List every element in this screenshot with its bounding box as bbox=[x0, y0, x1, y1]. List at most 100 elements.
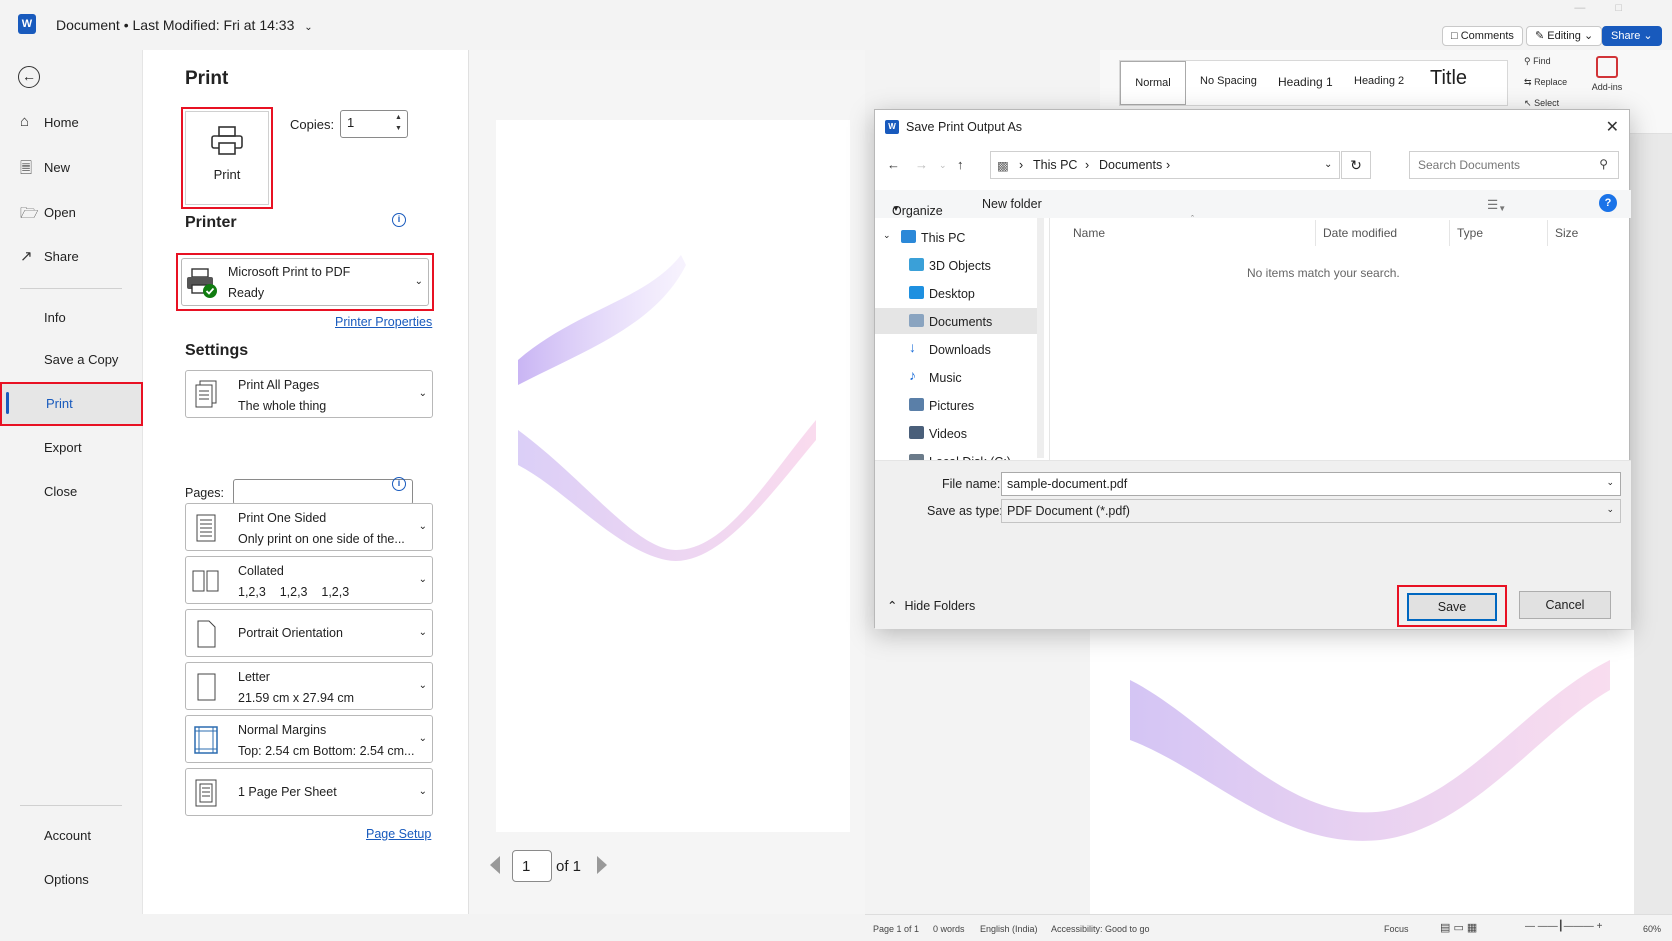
addins-button[interactable]: Add-ins bbox=[1590, 56, 1624, 92]
next-page-icon[interactable] bbox=[597, 856, 607, 874]
desktop-icon bbox=[909, 286, 924, 299]
tree-item-3d-objects[interactable]: 3D Objects bbox=[875, 252, 1040, 278]
tree-item-this-pc[interactable]: ⌄ This PC bbox=[875, 224, 1040, 250]
zoom-level[interactable]: 60% bbox=[1643, 924, 1661, 934]
back-arrow-icon[interactable]: ← bbox=[18, 66, 40, 88]
nav-print[interactable]: Print bbox=[0, 382, 143, 426]
file-name-field[interactable]: sample-document.pdf ⌄ bbox=[1001, 472, 1621, 496]
refresh-icon[interactable]: ↻ bbox=[1341, 151, 1371, 179]
style-heading-1[interactable]: Heading 1 bbox=[1278, 75, 1333, 89]
pages-input[interactable] bbox=[233, 479, 413, 505]
find-button[interactable]: ⚲ Find bbox=[1524, 56, 1551, 67]
chevron-down-icon[interactable]: ⌄ bbox=[883, 230, 891, 241]
document-title[interactable]: Document • Last Modified: Fri at 14:33 ⌄ bbox=[56, 17, 313, 33]
chevron-down-icon[interactable]: ⌄ bbox=[1606, 477, 1614, 488]
printer-heading: Printer bbox=[185, 214, 237, 231]
column-type[interactable]: Type bbox=[1457, 226, 1483, 240]
margins-select[interactable]: Normal Margins Top: 2.54 cm Bottom: 2.54… bbox=[185, 715, 433, 763]
status-words[interactable]: 0 words bbox=[933, 924, 965, 934]
editing-mode-button[interactable]: ✎ Editing ⌄ bbox=[1526, 26, 1603, 46]
style-normal[interactable]: Normal bbox=[1120, 61, 1186, 105]
tree-item-videos[interactable]: Videos bbox=[875, 420, 1040, 446]
nav-close[interactable]: Close bbox=[0, 472, 143, 512]
orientation-select[interactable]: Portrait Orientation ⌄ bbox=[185, 609, 433, 657]
breadcrumb-this-pc[interactable]: This PC bbox=[1033, 158, 1077, 172]
close-icon[interactable]: ✕ bbox=[1606, 117, 1619, 137]
nav-open[interactable]: 🗁 Open bbox=[0, 193, 143, 233]
tree-item-documents[interactable]: Documents bbox=[875, 308, 1040, 334]
save-type-select[interactable]: PDF Document (*.pdf) ⌄ bbox=[1001, 499, 1621, 523]
column-size[interactable]: Size bbox=[1555, 226, 1578, 240]
address-bar[interactable]: ▩ › This PC › Documents › ⌄ bbox=[990, 151, 1340, 179]
column-name[interactable]: Name bbox=[1073, 226, 1105, 240]
chevron-down-icon[interactable]: ⌄ bbox=[1324, 159, 1332, 170]
pages-per-sheet-select[interactable]: 1 Page Per Sheet ⌄ bbox=[185, 768, 433, 816]
chevron-down-icon: ⌄ bbox=[418, 388, 427, 399]
info-icon[interactable]: i bbox=[392, 477, 406, 491]
zoom-slider[interactable]: — ——┃——— + bbox=[1525, 921, 1602, 932]
column-divider[interactable] bbox=[1449, 220, 1450, 246]
search-input[interactable]: Search Documents ⚲ bbox=[1409, 151, 1619, 179]
chevron-down-icon: ⌄ bbox=[304, 22, 313, 33]
chevron-down-icon: ⌄ bbox=[414, 276, 423, 287]
share-button[interactable]: Share ⌄ bbox=[1602, 26, 1662, 46]
select-button[interactable]: ↖ Select bbox=[1524, 98, 1559, 109]
save-button[interactable]: Save bbox=[1407, 593, 1497, 621]
tree-item-pictures[interactable]: Pictures bbox=[875, 392, 1040, 418]
new-folder-button[interactable]: New folder bbox=[982, 197, 1042, 211]
column-divider[interactable] bbox=[1315, 220, 1316, 246]
hide-folders-toggle[interactable]: ⌃ Hide Folders bbox=[887, 598, 975, 613]
column-date-modified[interactable]: Date modified bbox=[1323, 226, 1397, 240]
nav-info[interactable]: Info bbox=[0, 298, 143, 338]
nav-home[interactable]: ⌂ Home bbox=[0, 103, 143, 143]
collation-select[interactable]: Collated 1,2,3 1,2,3 1,2,3 ⌄ bbox=[185, 556, 433, 604]
back-arrow-icon[interactable]: ← bbox=[887, 157, 900, 172]
tree-scrollbar[interactable] bbox=[1037, 218, 1044, 458]
caret-down-icon: ▼ bbox=[892, 204, 900, 213]
style-heading-2[interactable]: Heading 2 bbox=[1354, 75, 1404, 87]
sides-select[interactable]: Print One Sided Only print on one side o… bbox=[185, 503, 433, 551]
print-range-select[interactable]: Print All Pages The whole thing ⌄ bbox=[185, 370, 433, 418]
column-divider[interactable] bbox=[1547, 220, 1548, 246]
page-setup-link[interactable]: Page Setup bbox=[366, 827, 431, 841]
comments-button[interactable]: □ Comments bbox=[1442, 26, 1523, 46]
printer-select[interactable]: Microsoft Print to PDF Ready ⌄ bbox=[181, 258, 429, 306]
help-icon[interactable]: ? bbox=[1599, 194, 1617, 212]
nav-save-a-copy[interactable]: Save a Copy bbox=[0, 340, 143, 380]
replace-icon: ⇆ bbox=[1524, 77, 1532, 87]
status-accessibility[interactable]: Accessibility: Good to go bbox=[1051, 924, 1150, 934]
nav-options[interactable]: Options bbox=[0, 860, 143, 900]
nav-share[interactable]: ↗ Share bbox=[0, 237, 143, 277]
nav-export[interactable]: Export bbox=[0, 428, 143, 468]
cancel-button[interactable]: Cancel bbox=[1519, 591, 1611, 619]
focus-button[interactable]: Focus bbox=[1384, 924, 1409, 934]
forward-arrow-icon[interactable]: → bbox=[915, 157, 928, 172]
tree-item-desktop[interactable]: Desktop bbox=[875, 280, 1040, 306]
print-button[interactable]: Print bbox=[181, 107, 273, 209]
nav-new[interactable]: 🗏 New bbox=[0, 148, 143, 188]
up-arrow-icon[interactable]: ↑ bbox=[957, 157, 964, 172]
style-title[interactable]: Title bbox=[1430, 67, 1467, 90]
tree-item-music[interactable]: ♪ Music bbox=[875, 364, 1040, 390]
copies-spin-arrows[interactable]: ▲ ▼ bbox=[395, 112, 402, 134]
window-controls[interactable]: —□ bbox=[1574, 2, 1652, 14]
page-number-input[interactable]: 1 bbox=[512, 850, 552, 882]
documents-icon bbox=[909, 314, 924, 327]
recent-locations-icon[interactable]: ⌄ bbox=[939, 160, 947, 171]
status-language[interactable]: English (India) bbox=[980, 924, 1038, 934]
setting-line1: Letter bbox=[238, 670, 270, 684]
info-icon[interactable]: i bbox=[392, 213, 406, 227]
view-options-icon[interactable]: ☰ ▼ bbox=[1487, 197, 1506, 213]
print-preview-area bbox=[469, 50, 865, 914]
printer-properties-link[interactable]: Printer Properties bbox=[335, 315, 432, 329]
nav-share-label: Share bbox=[44, 249, 79, 264]
replace-button[interactable]: ⇆ Replace bbox=[1524, 77, 1567, 88]
previous-page-icon[interactable] bbox=[490, 856, 500, 874]
nav-account[interactable]: Account bbox=[0, 816, 143, 856]
paper-size-select[interactable]: Letter 21.59 cm x 27.94 cm ⌄ bbox=[185, 662, 433, 710]
status-page[interactable]: Page 1 of 1 bbox=[873, 924, 919, 934]
view-buttons[interactable]: ▤ ▭ ▦ bbox=[1440, 921, 1477, 934]
breadcrumb-documents[interactable]: Documents bbox=[1099, 158, 1162, 172]
tree-item-downloads[interactable]: ↓ Downloads bbox=[875, 336, 1040, 362]
style-no-spacing[interactable]: No Spacing bbox=[1200, 75, 1257, 87]
